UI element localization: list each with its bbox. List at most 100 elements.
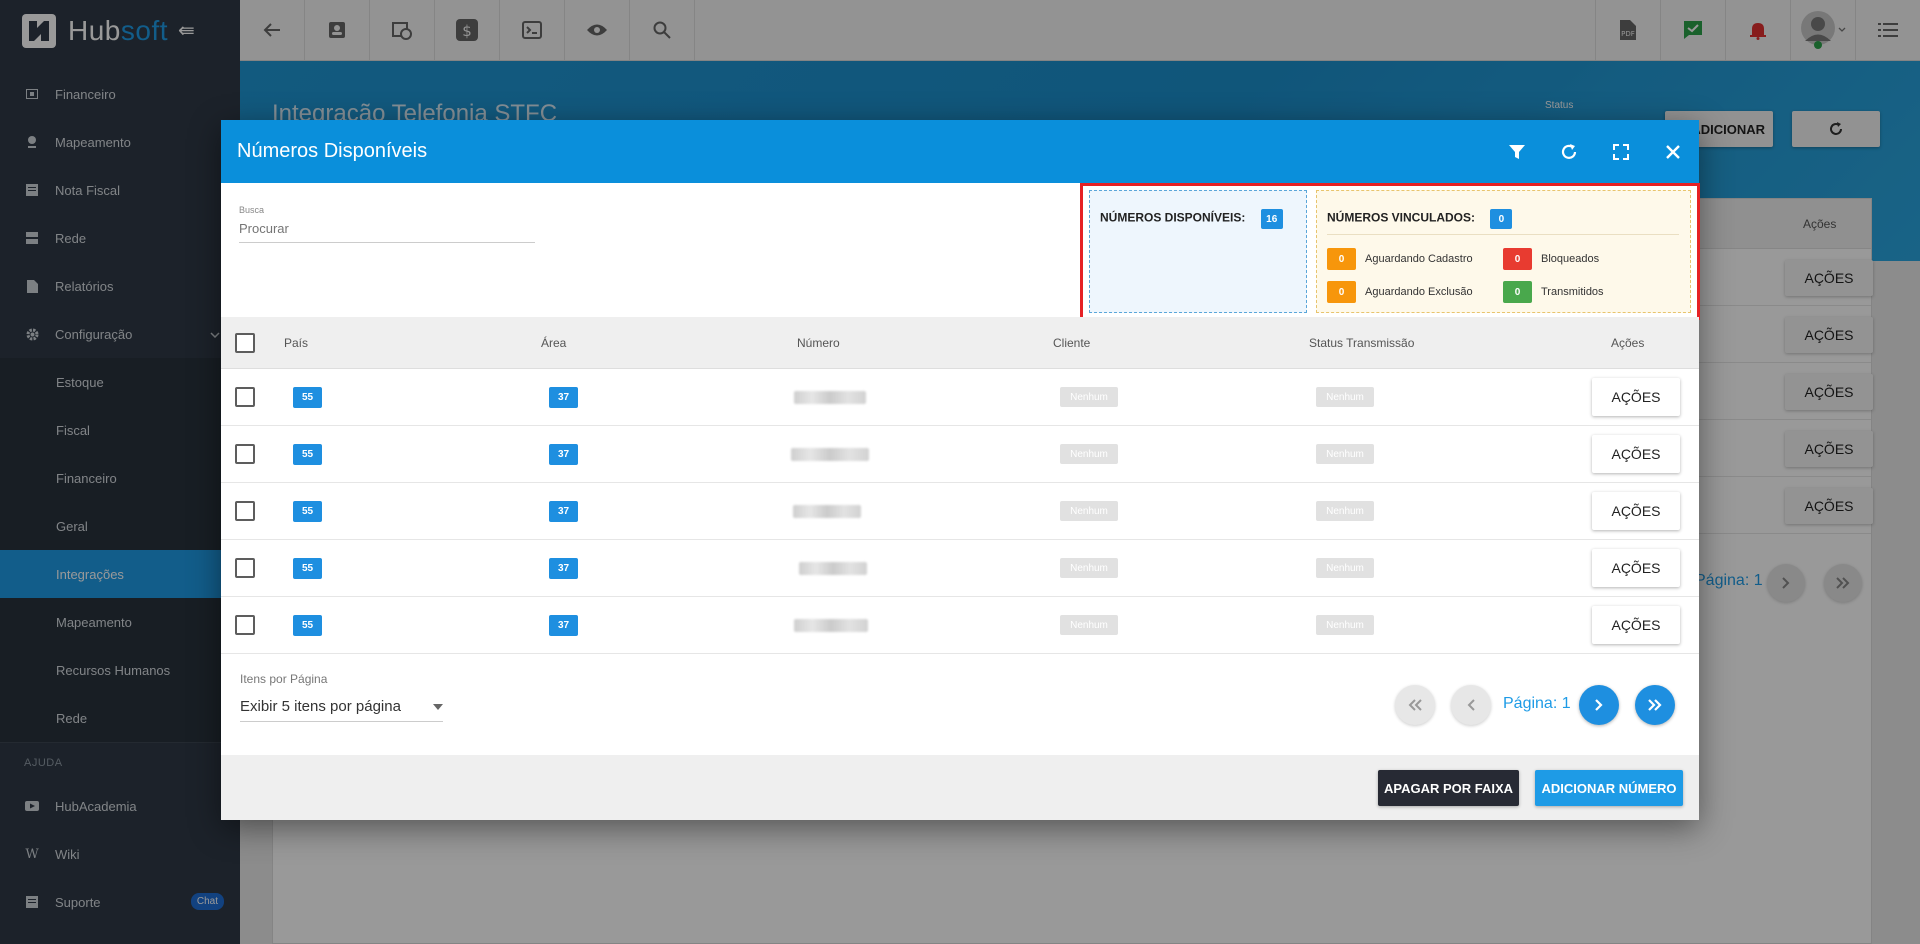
column-header-pais: País: [284, 336, 309, 350]
items-per-page-select[interactable]: Exibir 5 itens por página: [240, 692, 443, 722]
dialog-header-actions: [1491, 120, 1699, 183]
country-code-badge: 55: [293, 558, 322, 579]
double-chevron-left-icon: [1408, 699, 1422, 711]
row-actions-button[interactable]: AÇÕES: [1592, 378, 1680, 416]
next-page-button[interactable]: [1579, 685, 1619, 725]
row-checkbox[interactable]: [235, 387, 255, 407]
chevron-left-icon: [1467, 699, 1475, 711]
counters-panel: NÚMEROS DISPONÍVEIS: 16 NÚMEROS VINCULAD…: [1080, 183, 1700, 320]
search-field-group: Busca: [239, 205, 535, 243]
row-actions-button[interactable]: AÇÕES: [1592, 549, 1680, 587]
status-awaiting-registration: 0 Aguardando Cadastro: [1327, 248, 1473, 270]
close-button[interactable]: [1647, 120, 1699, 183]
table-row: 55 37 Nenhum Nenhum AÇÕES: [221, 369, 1699, 426]
transmission-status-badge: Nenhum: [1316, 615, 1374, 635]
row-actions-button[interactable]: AÇÕES: [1592, 492, 1680, 530]
delete-by-range-button[interactable]: APAGAR POR FAIXA: [1378, 770, 1519, 806]
search-label: Busca: [239, 205, 265, 215]
search-input[interactable]: [239, 215, 535, 243]
available-numbers-box: NÚMEROS DISPONÍVEIS: 16: [1089, 190, 1307, 313]
status-awaiting-deletion: 0 Aguardando Exclusão: [1327, 281, 1473, 303]
chevron-right-icon: [1595, 699, 1603, 711]
numbers-table-header: País Área Número Cliente Status Transmis…: [221, 317, 1699, 369]
column-header-status: Status Transmissão: [1309, 336, 1415, 350]
area-code-badge: 37: [549, 615, 578, 636]
previous-page-button[interactable]: [1451, 685, 1491, 725]
dialog-title: Números Disponíveis: [237, 140, 428, 162]
double-chevron-right-icon: [1648, 699, 1662, 711]
linked-numbers-box: NÚMEROS VINCULADOS: 0 0 Aguardando Cadas…: [1316, 190, 1691, 313]
transmission-status-badge: Nenhum: [1316, 444, 1374, 464]
fullscreen-button[interactable]: [1595, 120, 1647, 183]
client-badge: Nenhum: [1060, 501, 1118, 521]
dropdown-arrow-icon: [433, 703, 443, 710]
linked-numbers-text: NÚMEROS VINCULADOS:: [1327, 210, 1476, 225]
linked-count-badge: 0: [1490, 209, 1513, 229]
divider: [1327, 234, 1679, 235]
area-code-badge: 37: [549, 501, 578, 522]
country-code-badge: 55: [293, 444, 322, 465]
fullscreen-icon: [1613, 143, 1629, 160]
status-label: Bloqueados: [1541, 253, 1600, 265]
items-per-page-label: Itens por Página: [240, 672, 328, 686]
transmission-status-badge: Nenhum: [1316, 501, 1374, 521]
status-count-badge: 0: [1327, 248, 1356, 270]
refresh-button[interactable]: [1543, 120, 1595, 183]
phone-number-redacted: [794, 619, 868, 632]
client-badge: Nenhum: [1060, 558, 1118, 578]
column-header-cliente: Cliente: [1053, 336, 1091, 350]
status-label: Aguardando Exclusão: [1365, 286, 1473, 298]
last-page-button[interactable]: [1635, 685, 1675, 725]
row-checkbox[interactable]: [235, 558, 255, 578]
refresh-icon: [1561, 143, 1577, 159]
row-actions-button[interactable]: AÇÕES: [1592, 435, 1680, 473]
client-badge: Nenhum: [1060, 615, 1118, 635]
items-per-page-group: Itens por Página Exibir 5 itens por pági…: [240, 672, 443, 722]
status-transmitted: 0 Transmitidos: [1503, 281, 1604, 303]
table-row: 55 37 Nenhum Nenhum AÇÕES: [221, 426, 1699, 483]
phone-number-redacted: [793, 505, 861, 518]
first-page-button[interactable]: [1395, 685, 1435, 725]
add-number-button[interactable]: ADICIONAR NÚMERO: [1535, 770, 1683, 806]
area-code-badge: 37: [549, 444, 578, 465]
transmission-status-badge: Nenhum: [1316, 387, 1374, 407]
select-all-checkbox[interactable]: [235, 333, 255, 353]
numbers-available-dialog: Números Disponíveis Busca NÚMEROS DISPON…: [221, 120, 1700, 820]
status-count-badge: 0: [1327, 281, 1356, 303]
close-icon: [1666, 144, 1680, 159]
status-blocked: 0 Bloqueados: [1503, 248, 1599, 270]
available-count-badge: 16: [1260, 209, 1283, 229]
row-checkbox[interactable]: [235, 444, 255, 464]
row-checkbox[interactable]: [235, 615, 255, 635]
status-count-badge: 0: [1503, 248, 1532, 270]
client-badge: Nenhum: [1060, 387, 1118, 407]
table-row: 55 37 Nenhum Nenhum AÇÕES: [221, 483, 1699, 540]
column-header-acoes: Ações: [1611, 336, 1645, 350]
table-row: 55 37 Nenhum Nenhum AÇÕES: [221, 540, 1699, 597]
filter-icon: [1509, 144, 1525, 159]
filter-button[interactable]: [1491, 120, 1543, 183]
available-numbers-label: NÚMEROS DISPONÍVEIS: 16: [1100, 209, 1283, 229]
linked-numbers-label: NÚMEROS VINCULADOS: 0: [1327, 209, 1513, 229]
area-code-badge: 37: [549, 387, 578, 408]
country-code-badge: 55: [293, 615, 322, 636]
dialog-header: Números Disponíveis: [221, 120, 1699, 183]
status-label: Aguardando Cadastro: [1365, 253, 1473, 265]
column-header-numero: Número: [797, 336, 840, 350]
current-page-label: Página: 1: [1503, 695, 1571, 712]
status-label: Transmitidos: [1541, 286, 1604, 298]
row-checkbox[interactable]: [235, 501, 255, 521]
client-badge: Nenhum: [1060, 444, 1118, 464]
country-code-badge: 55: [293, 387, 322, 408]
dialog-footer: APAGAR POR FAIXA ADICIONAR NÚMERO: [221, 755, 1699, 820]
country-code-badge: 55: [293, 501, 322, 522]
available-numbers-text: NÚMEROS DISPONÍVEIS:: [1100, 210, 1246, 225]
row-actions-button[interactable]: AÇÕES: [1592, 606, 1680, 644]
phone-number-redacted: [799, 562, 867, 575]
phone-number-redacted: [791, 448, 869, 461]
items-per-page-value: Exibir 5 itens por página: [240, 698, 401, 715]
status-count-badge: 0: [1503, 281, 1532, 303]
phone-number-redacted: [794, 391, 866, 404]
column-header-area: Área: [541, 336, 567, 350]
area-code-badge: 37: [549, 558, 578, 579]
